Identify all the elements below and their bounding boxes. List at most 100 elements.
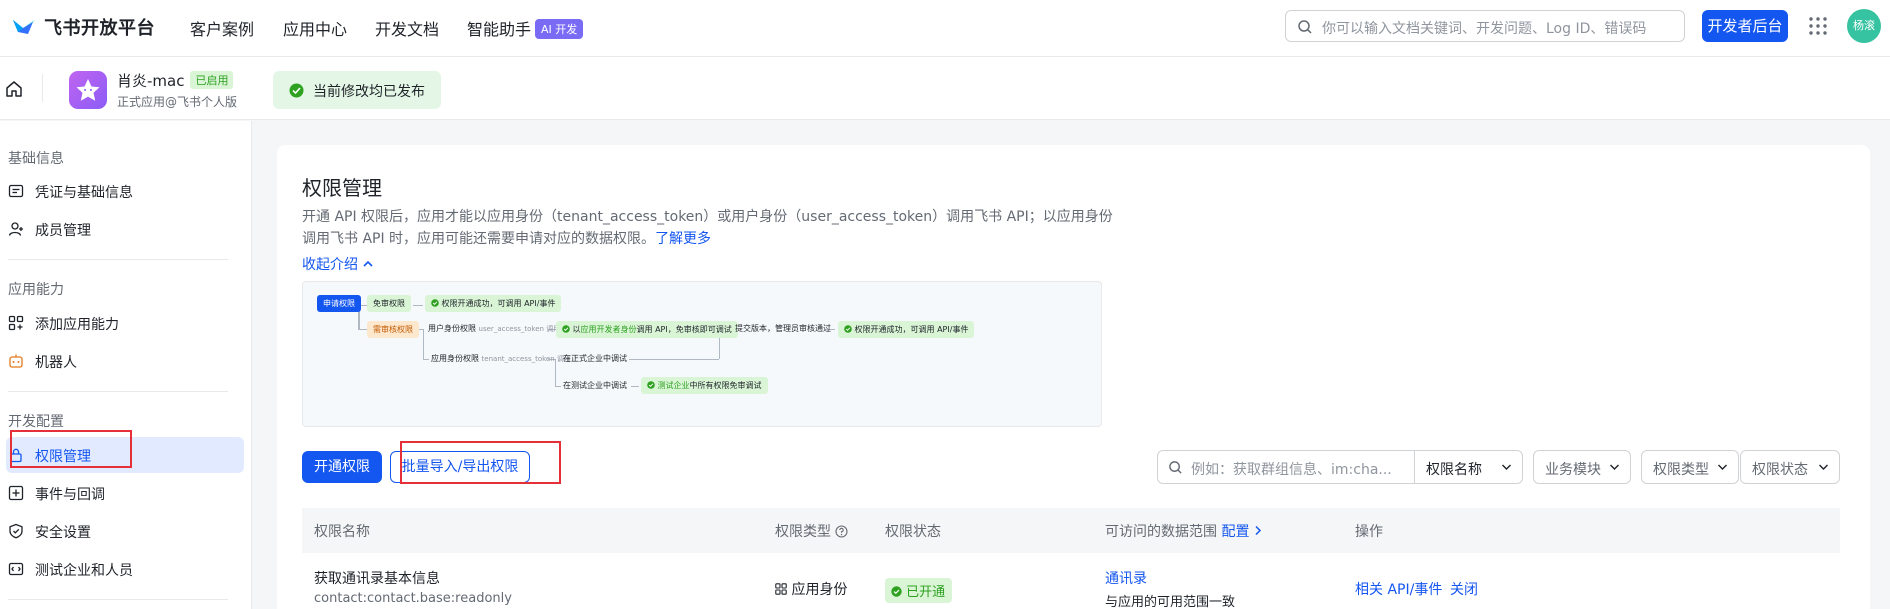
flow-apply-tag: 申请权限: [317, 295, 361, 312]
select-value: 业务模块: [1545, 462, 1601, 478]
nav-app-center[interactable]: 应用中心: [283, 16, 347, 40]
divider: [8, 259, 228, 260]
flow-connector: [423, 329, 424, 359]
check-circle-icon: [647, 381, 655, 389]
filter-business-module-select[interactable]: 业务模块: [1533, 450, 1631, 484]
sidebar-item-security[interactable]: 安全设置: [0, 513, 244, 549]
search-icon: [1169, 461, 1182, 474]
scope-config-label: 配置: [1221, 524, 1250, 540]
status-badge-label: 已开通: [906, 585, 946, 600]
select-value: 权限类型: [1653, 462, 1709, 478]
flow-dev-identity-highlight: 应用开发者身份: [580, 325, 637, 334]
global-search-placeholder: 你可以输入文档关键词、开发问题、Log ID、错误码: [1322, 21, 1647, 37]
intro-text: 开通 API 权限后，应用才能以应用身份（tenant_access_token…: [302, 206, 1122, 250]
flow-user-identity-label: 用户身份权限: [428, 324, 476, 333]
top-nav: 飞书开放平台 客户案例 应用中心 开发文档 智能助手 AI 开发 你可以输入文档关…: [0, 0, 1890, 57]
divider: [8, 391, 228, 392]
flow-final-result: 权限开通成功，可调用 API/事件: [838, 321, 975, 338]
nav-dev-docs[interactable]: 开发文档: [375, 16, 439, 40]
shield-icon: [9, 523, 23, 539]
flow-need-review-tag: 需审核权限: [367, 321, 419, 338]
flow-user-token: user_access_token 调用: [478, 325, 561, 333]
flow-no-review-result: 权限开通成功，可调用 API/事件: [425, 295, 562, 312]
row-permission-type-label: 应用身份: [791, 582, 848, 598]
chevron-down-icon: [1502, 464, 1511, 470]
table-header: 权限名称 权限类型 权限状态 可访问的数据范围 配置 操作: [302, 508, 1840, 553]
chevron-up-icon: [363, 260, 374, 267]
flow-final-result-text: 权限开通成功，可调用 API/事件: [854, 325, 969, 334]
row-permission-name: 获取通讯录基本信息: [314, 571, 440, 587]
scope-config-link[interactable]: 配置: [1221, 524, 1261, 540]
nav-customer-cases[interactable]: 客户案例: [190, 16, 254, 40]
app-name: 肖炎-mac 已启用: [117, 70, 234, 91]
home-icon[interactable]: [5, 80, 23, 98]
search-icon: [1298, 20, 1312, 34]
col-permission-type-label: 权限类型: [775, 524, 831, 540]
brand-logo[interactable]: 飞书开放平台: [10, 14, 155, 40]
check-circle-icon: [844, 325, 852, 333]
add-capability-icon: [8, 315, 24, 331]
table-row: 获取通讯录基本信息 contact:contact.base:readonly …: [302, 553, 1840, 609]
nav-ai-assistant-label: 智能助手: [467, 20, 532, 39]
nav-ai-assistant[interactable]: 智能助手 AI 开发: [467, 16, 584, 40]
col-permission-name: 权限名称: [314, 524, 370, 540]
star-icon: [76, 79, 100, 101]
learn-more-link[interactable]: 了解更多: [655, 231, 711, 247]
sidebar-item-robot[interactable]: 机器人: [0, 343, 244, 379]
sidebar-item-add-capability[interactable]: 添加应用能力: [0, 305, 244, 341]
flow-test-result-text: 中所有权限免审调试: [689, 381, 762, 390]
select-value: 权限状态: [1752, 462, 1808, 478]
user-avatar[interactable]: 杨滚: [1847, 9, 1881, 43]
check-circle-icon: [431, 299, 439, 307]
sidebar-item-members[interactable]: 成员管理: [0, 211, 244, 247]
highlight-box-batch: [400, 441, 561, 484]
permission-search-placeholder: 例如：获取群组信息、im:cha...: [1191, 462, 1392, 478]
scope-contacts-link[interactable]: 通讯录: [1105, 568, 1147, 588]
highlight-box-permissions: [10, 430, 132, 468]
permission-flow-diagram: 申请权限 免审权限 权限开通成功，可调用 API/事件 需审核权限 用户身份权限…: [302, 281, 1102, 427]
event-icon: [8, 485, 24, 501]
filter-permission-type-select[interactable]: 权限类型: [1641, 450, 1739, 484]
flow-prod-debug: 在正式企业中调试: [563, 354, 627, 363]
app-avatar: [69, 71, 107, 109]
flow-connector: [413, 305, 423, 306]
permission-search-input[interactable]: 例如：获取群组信息、im:cha...: [1157, 450, 1415, 484]
robot-icon: [9, 354, 23, 368]
sidebar-item-credentials[interactable]: 凭证与基础信息: [0, 173, 244, 209]
chevron-down-icon: [1819, 464, 1828, 470]
check-circle-icon: [562, 325, 570, 333]
filter-permission-name-select[interactable]: 权限名称: [1414, 450, 1523, 484]
app-name-text: 肖炎-mac: [117, 72, 185, 90]
filter-permission-status-select[interactable]: 权限状态: [1740, 450, 1840, 484]
collapse-intro-toggle[interactable]: 收起介绍: [302, 254, 374, 274]
global-search-input[interactable]: 你可以输入文档关键词、开发问题、Log ID、错误码: [1285, 10, 1685, 42]
divider: [42, 74, 43, 102]
flow-test-result: 测试企业中所有权限免审调试: [641, 377, 768, 394]
sidebar-item-events[interactable]: 事件与回调: [0, 475, 244, 511]
flow-connector: [631, 386, 639, 387]
test-icon: [8, 562, 24, 576]
flow-app-identity: 应用身份权限 tenant_access_token 调用: [431, 353, 571, 364]
close-permission-link[interactable]: 关闭: [1450, 579, 1478, 599]
flow-dev-identity: 以应用开发者身份调用 API，免审核即可调试: [556, 321, 738, 338]
divider: [8, 599, 228, 600]
scope-description: 与应用的可用范围一致: [1105, 595, 1236, 609]
related-api-link[interactable]: 相关 API/事件: [1355, 579, 1442, 599]
col-permission-type: 权限类型: [775, 521, 849, 541]
col-operations: 操作: [1355, 524, 1383, 540]
publish-status-text: 当前修改均已发布: [313, 84, 425, 100]
app-header: 肖炎-mac 已启用 正式应用@飞书个人版 当前修改均已发布: [0, 57, 1890, 120]
enable-permission-button[interactable]: 开通权限: [302, 451, 382, 483]
developer-console-button[interactable]: 开发者后台: [1702, 10, 1788, 42]
flow-dev-identity-a: 以: [572, 325, 581, 334]
sidebar-item-label: 测试企业和人员: [35, 563, 133, 579]
flow-connector: [555, 386, 561, 387]
chevron-down-icon: [1610, 464, 1619, 470]
help-icon[interactable]: [835, 525, 849, 538]
flow-app-identity-label: 应用身份权限: [431, 354, 479, 363]
sidebar-item-test-enterprise[interactable]: 测试企业和人员: [0, 551, 244, 587]
credential-icon: [8, 184, 24, 198]
sidebar-item-label: 事件与回调: [35, 487, 105, 503]
sidebar: 基础信息 凭证与基础信息 成员管理 应用能力 添加应用能力 机器人 开发配置 权…: [0, 121, 252, 609]
apps-grid-icon[interactable]: [1808, 16, 1828, 36]
